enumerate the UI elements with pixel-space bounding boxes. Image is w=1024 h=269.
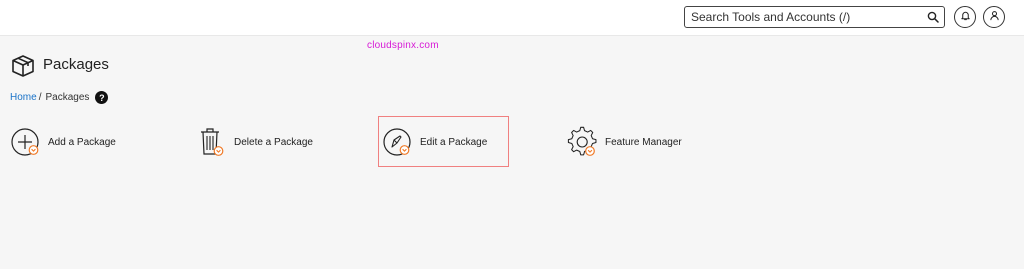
notifications-button[interactable] — [954, 6, 976, 28]
edit-package-label: Edit a Package — [420, 136, 488, 148]
trash-icon — [196, 125, 228, 159]
box-icon — [10, 53, 36, 79]
add-package-tool[interactable]: Add a Package — [10, 124, 116, 160]
delete-package-tool[interactable]: Delete a Package — [196, 124, 313, 160]
user-icon — [989, 8, 1000, 26]
page-title: Packages — [43, 56, 109, 73]
breadcrumb-current: Packages — [45, 92, 90, 103]
question-icon[interactable]: ? — [95, 91, 109, 104]
delete-package-label: Delete a Package — [234, 136, 313, 148]
breadcrumb: Home / Packages ? — [10, 91, 109, 104]
search-icon[interactable] — [926, 10, 940, 24]
breadcrumb-home-link[interactable]: Home — [10, 92, 37, 103]
user-menu-button[interactable] — [983, 6, 1005, 28]
plus-circle-icon — [10, 125, 42, 159]
search-input[interactable] — [685, 7, 920, 27]
top-bar — [0, 0, 1024, 36]
add-package-label: Add a Package — [48, 136, 116, 148]
search-box — [684, 6, 945, 28]
gear-icon — [567, 125, 599, 159]
bell-icon — [960, 8, 971, 26]
watermark-text: cloudspinx.com — [367, 40, 439, 51]
feature-manager-label: Feature Manager — [605, 136, 682, 148]
edit-package-tool[interactable]: Edit a Package — [382, 124, 487, 160]
edit-pen-icon — [382, 125, 414, 159]
breadcrumb-separator: / — [38, 92, 42, 103]
feature-manager-tool[interactable]: Feature Manager — [567, 124, 682, 160]
